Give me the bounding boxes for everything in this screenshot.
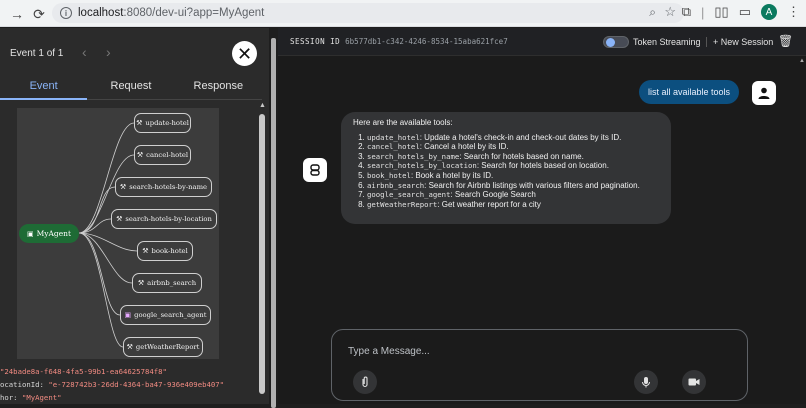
user-avatar	[752, 81, 776, 105]
new-session-label: New Session	[720, 37, 774, 47]
robot-icon: ▣	[124, 311, 132, 319]
graph-node-label: cancel-hotel	[146, 151, 189, 159]
close-panel-button[interactable]: ✕	[232, 41, 257, 66]
address-bar[interactable]: i localhost:8080/dev-ui?app=MyAgent ⌕ ☆	[52, 3, 684, 23]
zoom-icon[interactable]: ⌕	[649, 5, 656, 20]
profile-avatar[interactable]: A	[761, 4, 777, 20]
site-info-icon[interactable]: i	[60, 7, 72, 19]
chat-scrollbar[interactable]: ▲	[798, 56, 806, 404]
graph-node-label: getWeatherReport	[135, 343, 200, 351]
panel-resize-handle[interactable]	[269, 28, 278, 408]
delete-session-icon[interactable]: 🗑	[778, 34, 793, 48]
graph-node-root[interactable]: ▣ MyAgent	[19, 224, 79, 243]
attach-icon[interactable]	[353, 370, 377, 394]
forward-icon[interactable]: →	[8, 5, 26, 23]
message-composer[interactable]: Type a Message...	[331, 329, 748, 401]
json-line: "24bade8a-f648-4fa5-99b1-ea64625784f8"	[0, 367, 167, 376]
graph-node-label: google_search_agent	[134, 311, 207, 319]
bot-avatar	[303, 158, 327, 182]
list-item: getWeatherReport: Get weather report for…	[367, 200, 659, 210]
agent-graph: ▣ MyAgent ⚒ update-hotel ⚒ cancel-hotel ⚒ searc…	[17, 108, 219, 359]
token-streaming-label: Token Streaming	[633, 37, 701, 47]
url-host: localhost	[78, 7, 124, 19]
left-scrollbar[interactable]: ▲	[259, 102, 266, 404]
url-path: :8080/dev-ui?app=MyAgent	[123, 7, 265, 19]
robot-icon	[310, 164, 320, 176]
message-input[interactable]: Type a Message...	[348, 346, 430, 357]
reload-icon[interactable]: ⟳	[30, 5, 48, 23]
bookmark-star-icon[interactable]: ☆	[664, 4, 676, 20]
wrench-icon: ⚒	[116, 215, 123, 223]
json-line: hor: "MyAgent"	[0, 393, 62, 402]
extensions-icon[interactable]: ⧉	[682, 4, 691, 20]
graph-node[interactable]: ⚒ search-hotels-by-location	[111, 209, 217, 229]
graph-node-label: update-hotel	[145, 119, 189, 127]
graph-node-label: search-hotels-by-name	[129, 183, 208, 191]
event-counter: Event 1 of 1	[10, 48, 64, 59]
list-item: book_hotel: Book a hotel by its ID.	[367, 171, 659, 181]
graph-node-label: airbnb_search	[147, 279, 197, 287]
wrench-icon: ⚒	[142, 247, 149, 255]
graph-node[interactable]: ⚒ airbnb_search	[132, 273, 202, 293]
person-icon	[758, 87, 770, 99]
wrench-icon: ⚒	[136, 119, 143, 127]
list-item: airbnb_search: Search for Airbnb listing…	[367, 181, 659, 191]
chat-panel: SESSION ID 6b577db1-c342-4246-8534-15aba…	[278, 28, 806, 404]
robot-icon: ▣	[26, 229, 34, 238]
list-item: search_hotels_by_name: Search for hotels…	[367, 152, 659, 162]
browser-toolbar: → ⟳ i localhost:8080/dev-ui?app=MyAgent …	[0, 0, 806, 27]
new-session-button[interactable]: + New Session	[706, 37, 773, 47]
json-line: ocationId: "e-728742b3-26dd-4364-ba47-93…	[0, 380, 225, 389]
microphone-icon[interactable]	[634, 370, 658, 394]
event-panel: Event 1 of 1 ‹ › ✕ Event Request Respons…	[0, 28, 269, 404]
tool-list: update_hotel: Update a hotel's check-in …	[367, 133, 659, 210]
graph-node-label: book-hotel	[151, 247, 188, 255]
session-label: SESSION ID	[290, 37, 341, 46]
session-bar: SESSION ID 6b577db1-c342-4246-8534-15aba…	[278, 28, 806, 56]
graph-node[interactable]: ⚒ update-hotel	[134, 113, 191, 133]
graph-node[interactable]: ⚒ book-hotel	[137, 241, 193, 261]
plus-icon: +	[713, 37, 721, 47]
graph-node[interactable]: ⚒ search-hotels-by-name	[115, 177, 212, 197]
graph-node-label: search-hotels-by-location	[125, 215, 212, 223]
user-message: list all available tools	[639, 80, 739, 104]
wrench-icon: ⚒	[137, 279, 145, 287]
tab-request[interactable]: Request	[87, 78, 174, 99]
graph-node[interactable]: ⚒ getWeatherReport	[123, 337, 203, 357]
reading-mode-icon[interactable]: ▯▯	[714, 4, 728, 20]
event-tabs: Event Request Response	[0, 78, 262, 100]
previous-event-icon[interactable]: ‹	[82, 44, 87, 60]
bot-intro: Here are the available tools:	[353, 118, 453, 127]
wrench-icon: ⚒	[119, 183, 127, 191]
list-item: google_search_agent: Search Google Searc…	[367, 190, 659, 200]
bot-message: Here are the available tools: update_hot…	[341, 112, 671, 224]
event-json: "24bade8a-f648-4fa5-99b1-ea64625784f8" o…	[0, 365, 262, 404]
graph-node-label: MyAgent	[36, 229, 72, 238]
wrench-icon: ⚒	[126, 343, 133, 351]
list-item: search_hotels_by_location: Search for ho…	[367, 161, 659, 171]
wrench-icon: ⚒	[136, 151, 144, 159]
tab-event[interactable]: Event	[0, 78, 88, 100]
list-item: update_hotel: Update a hotel's check-in …	[367, 133, 659, 143]
video-camera-icon[interactable]	[682, 370, 706, 394]
tab-response[interactable]: Response	[175, 78, 262, 99]
session-id: 6b577db1-c342-4246-8534-15aba621fce7	[345, 37, 508, 46]
token-streaming-toggle[interactable]	[603, 36, 629, 48]
sidebar-icon[interactable]: ▭	[739, 4, 751, 20]
menu-icon[interactable]: ⋮	[787, 4, 800, 20]
list-item: cancel_hotel: Cancel a hotel by its ID.	[367, 142, 659, 152]
next-event-icon[interactable]: ›	[106, 44, 111, 60]
graph-node[interactable]: ⚒ cancel-hotel	[134, 145, 191, 165]
toolbar-separator: |	[701, 4, 705, 20]
graph-node[interactable]: ▣ google_search_agent	[120, 305, 211, 325]
